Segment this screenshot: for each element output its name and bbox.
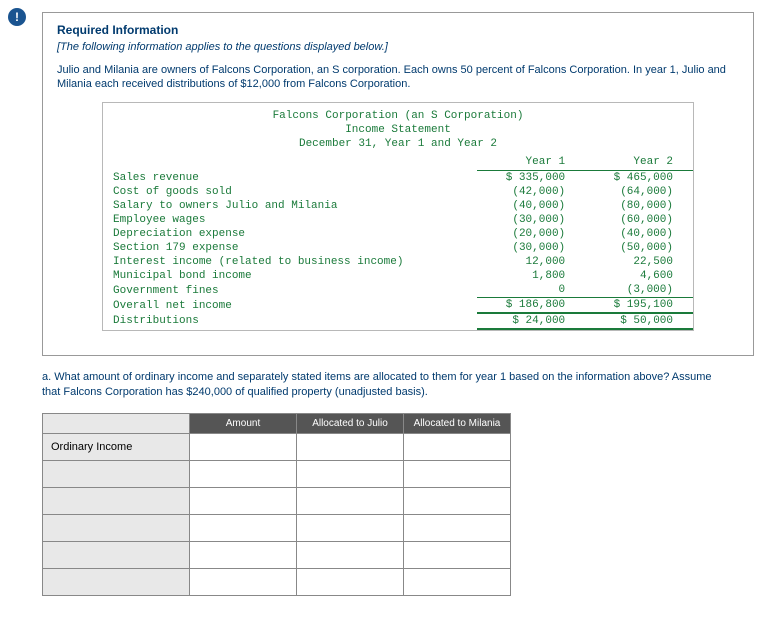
row-y1: $ 335,000 xyxy=(477,171,585,186)
row-y1: (42,000) xyxy=(477,185,585,199)
alert-icon: ! xyxy=(8,8,26,26)
row-y2: (40,000) xyxy=(585,227,693,241)
statement-header: Falcons Corporation (an S Corporation) I… xyxy=(103,103,693,156)
net-income-label: Overall net income xyxy=(103,298,477,314)
row-label-empty[interactable] xyxy=(43,515,190,542)
dist-y1: $ 24,000 xyxy=(477,313,585,329)
row-y1: 12,000 xyxy=(477,255,585,269)
row-y2: $ 465,000 xyxy=(585,171,693,186)
col-milania: Allocated to Milania xyxy=(404,414,511,434)
required-heading: Required Information xyxy=(57,23,739,37)
row-label: Interest income (related to business inc… xyxy=(103,255,477,269)
row-label: Government fines xyxy=(103,283,477,298)
input-cell[interactable] xyxy=(297,569,404,596)
row-y1: 0 xyxy=(477,283,585,298)
row-y1: (40,000) xyxy=(477,199,585,213)
input-cell[interactable] xyxy=(190,461,297,488)
row-label: Employee wages xyxy=(103,213,477,227)
row-y1: (30,000) xyxy=(477,213,585,227)
row-y2: 22,500 xyxy=(585,255,693,269)
row-label: Municipal bond income xyxy=(103,269,477,283)
row-label: Section 179 expense xyxy=(103,241,477,255)
row-y2: (50,000) xyxy=(585,241,693,255)
net-y1: $ 186,800 xyxy=(477,298,585,314)
row-y1: (20,000) xyxy=(477,227,585,241)
stmt-title-3: December 31, Year 1 and Year 2 xyxy=(103,137,693,151)
distributions-label: Distributions xyxy=(103,313,477,329)
statement-table: Year 1 Year 2 Sales revenue$ 335,000$ 46… xyxy=(103,155,693,330)
col-amount: Amount xyxy=(190,414,297,434)
input-cell[interactable] xyxy=(404,569,511,596)
income-statement: Falcons Corporation (an S Corporation) I… xyxy=(102,102,694,332)
row-y2: 4,600 xyxy=(585,269,693,283)
input-cell[interactable] xyxy=(404,434,511,461)
row-label: Sales revenue xyxy=(103,171,477,186)
row-label-empty[interactable] xyxy=(43,542,190,569)
dist-y2: $ 50,000 xyxy=(585,313,693,329)
col-year2: Year 2 xyxy=(585,155,693,171)
row-y2: (3,000) xyxy=(585,283,693,298)
row-y2: (60,000) xyxy=(585,213,693,227)
input-cell[interactable] xyxy=(297,515,404,542)
row-y1: (30,000) xyxy=(477,241,585,255)
input-cell[interactable] xyxy=(190,434,297,461)
stmt-title-1: Falcons Corporation (an S Corporation) xyxy=(103,109,693,123)
col-year1: Year 1 xyxy=(477,155,585,171)
row-y2: (80,000) xyxy=(585,199,693,213)
question-a-text: a. What amount of ordinary income and se… xyxy=(42,370,724,399)
row-y2: (64,000) xyxy=(585,185,693,199)
input-cell[interactable] xyxy=(404,515,511,542)
narrative-text: Julio and Milania are owners of Falcons … xyxy=(57,63,739,92)
input-cell[interactable] xyxy=(297,542,404,569)
input-cell[interactable] xyxy=(404,488,511,515)
input-cell[interactable] xyxy=(297,434,404,461)
row-label: Cost of goods sold xyxy=(103,185,477,199)
row-label-empty[interactable] xyxy=(43,488,190,515)
row-y1: 1,800 xyxy=(477,269,585,283)
row-label-empty[interactable] xyxy=(43,461,190,488)
row-ordinary-income: Ordinary Income xyxy=(43,434,190,461)
col-julio: Allocated to Julio xyxy=(297,414,404,434)
net-y2: $ 195,100 xyxy=(585,298,693,314)
input-cell[interactable] xyxy=(297,461,404,488)
input-cell[interactable] xyxy=(404,542,511,569)
stmt-title-2: Income Statement xyxy=(103,123,693,137)
input-cell[interactable] xyxy=(190,542,297,569)
row-label: Depreciation expense xyxy=(103,227,477,241)
input-cell[interactable] xyxy=(190,515,297,542)
input-cell[interactable] xyxy=(297,488,404,515)
input-cell[interactable] xyxy=(190,569,297,596)
row-label-empty[interactable] xyxy=(43,569,190,596)
applies-note: [The following information applies to th… xyxy=(57,41,739,53)
input-cell[interactable] xyxy=(404,461,511,488)
row-label: Salary to owners Julio and Milania xyxy=(103,199,477,213)
question-panel: Required Information [The following info… xyxy=(42,12,754,356)
answer-grid: Amount Allocated to Julio Allocated to M… xyxy=(42,413,511,596)
input-cell[interactable] xyxy=(190,488,297,515)
